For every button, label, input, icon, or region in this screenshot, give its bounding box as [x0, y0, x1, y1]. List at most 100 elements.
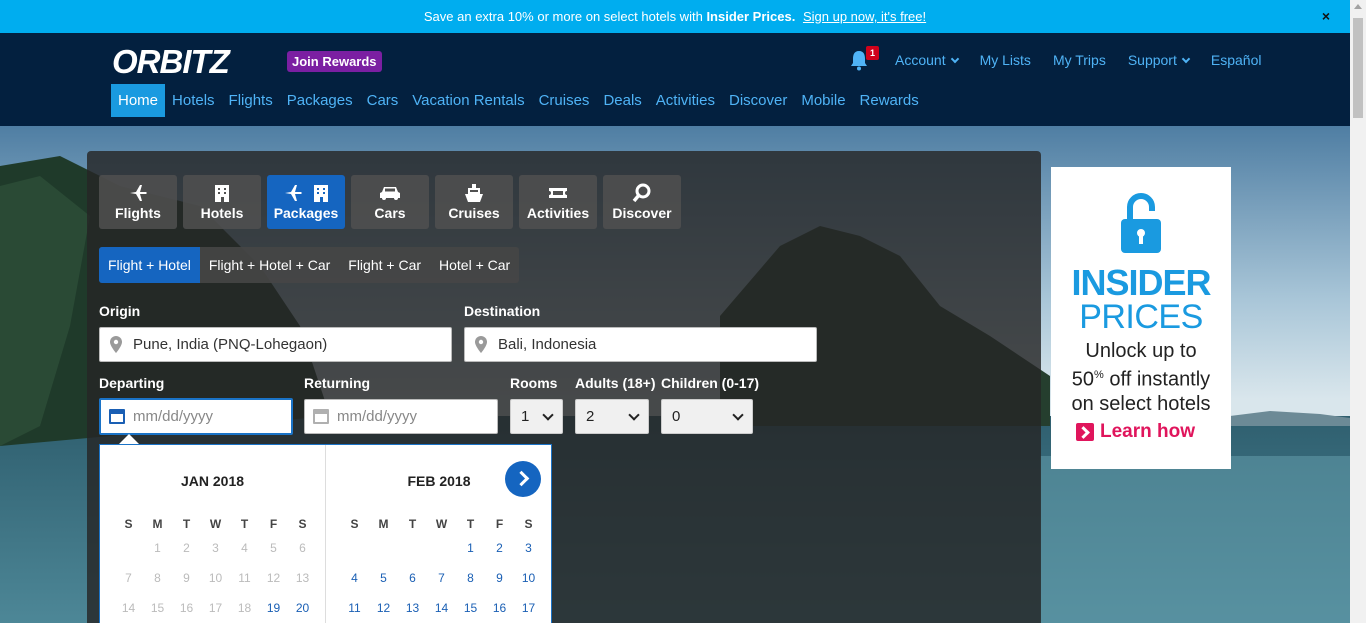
search-type-tabs: Flights Hotels Packages Cars Cruises Act…	[99, 175, 681, 229]
calendar-day[interactable]: 12	[369, 601, 398, 615]
tab-discover[interactable]: Discover	[603, 175, 681, 229]
calendar-day: 7	[125, 571, 132, 585]
departing-placeholder: mm/dd/yyyy	[133, 408, 214, 425]
tab-flights[interactable]: Flights	[99, 175, 177, 229]
calendar-week: 11 12 13 14 15 16 17	[340, 601, 543, 615]
nav-activities[interactable]: Activities	[649, 84, 722, 117]
subtab-hotel-car[interactable]: Hotel + Car	[430, 247, 519, 283]
calendar-day[interactable]: 5	[369, 571, 398, 585]
nav-mobile[interactable]: Mobile	[794, 84, 852, 117]
calendar-day[interactable]: 15	[456, 601, 485, 615]
tab-packages[interactable]: Packages	[267, 175, 345, 229]
children-select[interactable]: 0	[661, 399, 753, 434]
ad-percent-number: 50	[1071, 368, 1095, 391]
support-menu[interactable]: Support	[1128, 52, 1191, 68]
nav-home[interactable]: Home	[111, 84, 166, 117]
subtab-flight-car[interactable]: Flight + Car	[339, 247, 430, 283]
scroll-up-icon[interactable]	[1354, 4, 1362, 9]
arrow-right-icon	[1076, 423, 1094, 441]
nav-vacation-rentals[interactable]: Vacation Rentals	[405, 84, 531, 117]
search-icon	[632, 183, 651, 203]
plane-icon	[130, 185, 147, 201]
plane-icon	[285, 185, 302, 201]
nav-rewards[interactable]: Rewards	[853, 84, 926, 117]
my-lists-link[interactable]: My Lists	[980, 52, 1031, 68]
calendar-day	[369, 541, 398, 555]
calendar-day: 4	[241, 541, 248, 555]
nav-flights[interactable]: Flights	[222, 84, 280, 117]
calendar-day: 16	[179, 601, 194, 615]
nav-packages[interactable]: Packages	[280, 84, 360, 117]
tab-cruises[interactable]: Cruises	[435, 175, 513, 229]
building-icon	[215, 185, 229, 202]
insider-prices-ad[interactable]: INSIDER PRICES Unlock up to 50% off inst…	[1051, 167, 1231, 469]
calendar-icon	[313, 409, 329, 424]
nav-deals[interactable]: Deals	[596, 84, 648, 117]
calendar-day[interactable]: 4	[340, 571, 369, 585]
calendar-day: 3	[212, 541, 219, 555]
nav-discover[interactable]: Discover	[722, 84, 794, 117]
calendar-day: 15	[150, 601, 165, 615]
departing-label: Departing	[99, 375, 165, 391]
learn-how-link[interactable]: Learn how	[1076, 421, 1195, 443]
calendar-day: 10	[208, 571, 223, 585]
subtab-flight-hotel-car[interactable]: Flight + Hotel + Car	[200, 247, 339, 283]
next-month-button[interactable]	[505, 461, 541, 497]
building-icon	[314, 185, 328, 202]
calendar-day: 11	[238, 571, 251, 585]
dow-mon: M	[378, 517, 389, 531]
calendar-week: 123	[340, 541, 543, 555]
close-icon[interactable]: ×	[1322, 0, 1330, 33]
account-menu[interactable]: Account	[895, 52, 959, 68]
calendar-day[interactable]: 9	[485, 571, 514, 585]
calendar-day[interactable]: 7	[427, 571, 456, 585]
tab-activities[interactable]: Activities	[519, 175, 597, 229]
departing-date-input[interactable]: mm/dd/yyyy	[99, 398, 293, 435]
returning-placeholder: mm/dd/yyyy	[337, 408, 418, 425]
espanol-link[interactable]: Español	[1211, 52, 1262, 68]
calendar-day[interactable]: 19	[259, 601, 288, 615]
orbitz-logo[interactable]: ORBITZ	[112, 44, 274, 78]
tab-hotels[interactable]: Hotels	[183, 175, 261, 229]
calendar-day[interactable]: 11	[340, 601, 369, 615]
calendar-day[interactable]: 20	[288, 601, 317, 615]
dow-thu: T	[466, 517, 475, 531]
tab-cars[interactable]: Cars	[351, 175, 429, 229]
calendar-day[interactable]: 16	[485, 601, 514, 615]
returning-date-input[interactable]: mm/dd/yyyy	[304, 399, 498, 434]
promo-signup-link[interactable]: Sign up now, it's free!	[803, 9, 926, 24]
origin-value: Pune, India (PNQ-Lohegaon)	[133, 336, 328, 353]
rooms-select[interactable]: 1	[510, 399, 563, 434]
calendar-day[interactable]: 6	[398, 571, 427, 585]
origin-field[interactable]: Pune, India (PNQ-Lohegaon)	[99, 327, 452, 362]
nav-cruises[interactable]: Cruises	[532, 84, 597, 117]
page-scrollbar[interactable]	[1350, 0, 1366, 623]
ticket-icon	[549, 188, 567, 198]
account-links: Account My Lists My Trips Support Españo…	[895, 52, 1261, 68]
calendar-day[interactable]: 17	[514, 601, 543, 615]
calendar-week: 4 5 6 7 8 9 10	[340, 571, 543, 585]
calendar-day[interactable]: 1	[456, 541, 485, 555]
tab-activities-label: Activities	[526, 205, 590, 221]
calendar-day[interactable]: 10	[514, 571, 543, 585]
location-pin-icon	[110, 336, 122, 353]
calendar-day[interactable]: 2	[485, 541, 514, 555]
calendar-day[interactable]: 14	[427, 601, 456, 615]
learn-how-label: Learn how	[1100, 421, 1196, 442]
adults-select[interactable]: 2	[575, 399, 649, 434]
calendar-day: 1	[154, 541, 161, 555]
calendar-day[interactable]: 3	[514, 541, 543, 555]
nav-hotels[interactable]: Hotels	[165, 84, 222, 117]
join-rewards-button[interactable]: Join Rewards	[287, 51, 382, 72]
my-trips-link[interactable]: My Trips	[1053, 52, 1106, 68]
scrollbar-thumb[interactable]	[1353, 18, 1363, 118]
destination-field[interactable]: Bali, Indonesia	[464, 327, 817, 362]
nav-cars[interactable]: Cars	[360, 84, 406, 117]
dow-tue: T	[182, 517, 191, 531]
calendar-day: 14	[121, 601, 136, 615]
subtab-flight-hotel[interactable]: Flight + Hotel	[99, 247, 200, 283]
calendar-day[interactable]: 8	[456, 571, 485, 585]
calendar-week: 1 2 3 4 5 6	[114, 541, 317, 555]
chevron-down-icon	[732, 409, 744, 421]
calendar-day[interactable]: 13	[398, 601, 427, 615]
